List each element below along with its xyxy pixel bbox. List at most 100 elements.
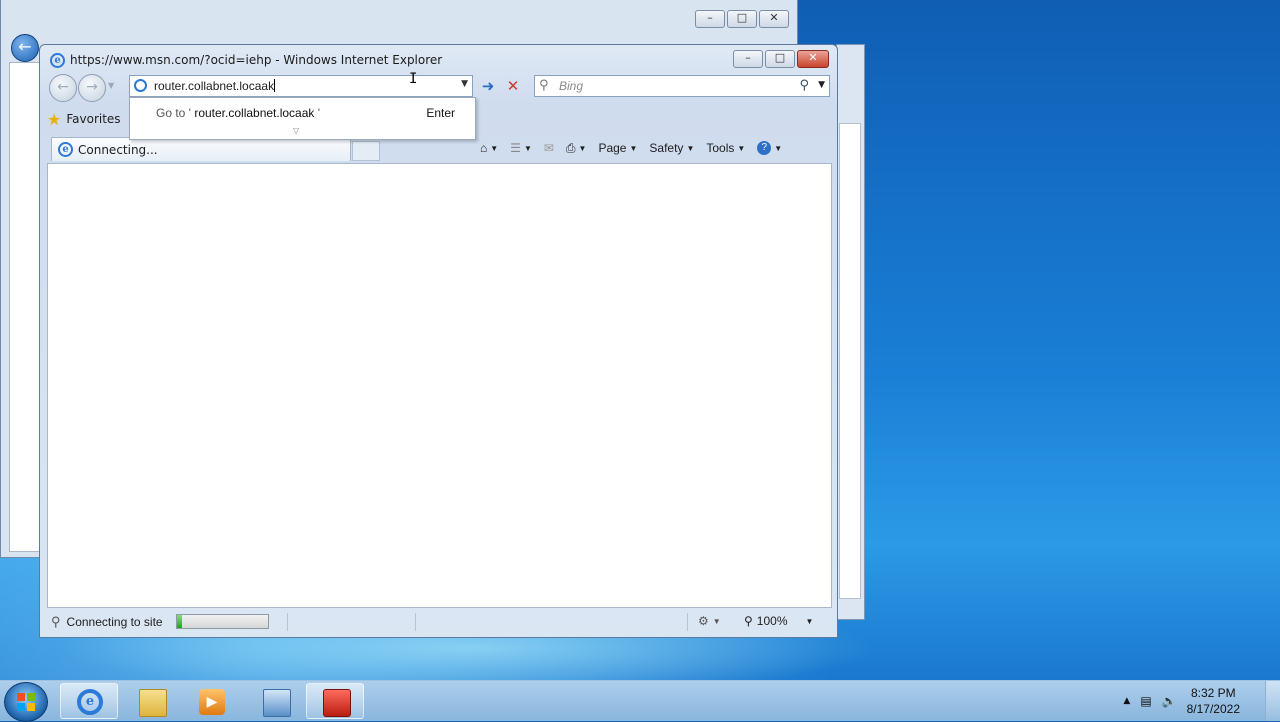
search-icon: ⚲ bbox=[539, 78, 549, 93]
safety-menu-label: Safety bbox=[649, 141, 684, 155]
window-title: https://www.msn.com/?ocid=iehp - Windows… bbox=[70, 53, 443, 67]
page-menu[interactable]: Page ▼ bbox=[598, 141, 637, 155]
go-arrow-icon[interactable]: ➜ bbox=[477, 75, 499, 97]
rss-icon: ☰ bbox=[510, 141, 521, 155]
tab-ie-icon: e bbox=[58, 142, 73, 157]
status-text: Connecting to site bbox=[66, 615, 163, 629]
zoom-icon: ⚲ bbox=[744, 614, 753, 628]
help-dropdown-icon: ▼ bbox=[774, 143, 783, 153]
tab-connecting[interactable]: e Connecting... bbox=[51, 137, 351, 161]
ie-logo-icon: e bbox=[50, 52, 65, 68]
protected-mode-button[interactable]: ⚙ ▼ bbox=[698, 614, 721, 628]
address-bar[interactable]: router.collabnet.locaak ▼ bbox=[129, 75, 473, 97]
windows-logo-icon bbox=[17, 693, 35, 711]
history-dropdown-icon[interactable]: ▼ bbox=[108, 81, 114, 90]
network-icon[interactable]: ▤ bbox=[1140, 694, 1151, 708]
close-icon[interactable]: ✕ bbox=[759, 10, 789, 28]
safety-dropdown-icon: ▼ bbox=[686, 143, 695, 153]
background-window-edge-content bbox=[839, 123, 861, 599]
safety-menu[interactable]: Safety ▼ bbox=[649, 141, 694, 155]
status-bar: ⚲ Connecting to site ⚙ ▼ ⚲ 100% ▼ bbox=[47, 611, 832, 633]
maximize-icon[interactable]: □ bbox=[727, 10, 757, 28]
page-menu-label: Page bbox=[598, 141, 627, 155]
internet-explorer-icon: e bbox=[77, 689, 103, 715]
back-window-back-icon[interactable]: ← bbox=[11, 34, 39, 62]
tools-menu[interactable]: Tools ▼ bbox=[706, 141, 745, 155]
tools-menu-label: Tools bbox=[706, 141, 735, 155]
expand-chevron-icon[interactable]: ▽ bbox=[293, 126, 299, 135]
status-separator bbox=[687, 613, 688, 631]
address-autocomplete: Go to ' router.collabnet.locaak ' Enter … bbox=[129, 97, 476, 140]
clock-time: 8:32 PM bbox=[1190, 686, 1236, 700]
stop-icon[interactable]: ✕ bbox=[502, 75, 524, 97]
system-tray: ▲ ▤ 🔈 8:32 PM 8/17/2022 bbox=[1123, 685, 1240, 717]
media-player-icon: ▶ bbox=[199, 689, 225, 715]
security-dropdown-icon: ▼ bbox=[712, 616, 721, 626]
zoom-dropdown-icon: ▼ bbox=[805, 616, 814, 626]
text-cursor-icon: I bbox=[409, 71, 418, 87]
show-hidden-icons-icon[interactable]: ▲ bbox=[1123, 696, 1130, 706]
home-button[interactable]: ⌂ ▼ bbox=[480, 141, 498, 155]
folder-icon bbox=[139, 689, 167, 717]
title-bar: e https://www.msn.com/?ocid=iehp - Windo… bbox=[50, 51, 442, 69]
start-button[interactable] bbox=[4, 682, 48, 722]
print-dropdown-icon: ▼ bbox=[578, 143, 587, 153]
command-bar: ⌂ ▼ ☰ ▼ ✉ ⎙ ▼ Page ▼ Safety ▼ Tools ▼ ? ▼ bbox=[480, 137, 782, 159]
zoom-button[interactable]: ⚲ 100% ▼ bbox=[744, 614, 813, 628]
background-window-edge bbox=[836, 44, 865, 620]
new-tab-button[interactable] bbox=[352, 141, 380, 161]
clock[interactable]: 8:32 PM 8/17/2022 bbox=[1187, 685, 1240, 717]
status-separator bbox=[287, 613, 288, 631]
progress-fill bbox=[177, 615, 182, 628]
print-button[interactable]: ⎙ ▼ bbox=[566, 141, 587, 156]
show-desktop-button[interactable] bbox=[1265, 681, 1280, 721]
taskbar-server-manager[interactable] bbox=[246, 683, 304, 719]
search-dropdown-icon[interactable]: ▼ bbox=[818, 80, 825, 90]
security-zone-icon: ⚙ bbox=[698, 614, 709, 628]
feeds-button[interactable]: ☰ ▼ bbox=[510, 141, 532, 155]
autocomplete-goto-item[interactable]: Go to ' router.collabnet.locaak ' bbox=[156, 106, 320, 120]
favorites-button[interactable]: Favorites bbox=[66, 112, 120, 126]
caption-buttons: – □ ✕ bbox=[733, 50, 829, 68]
search-go-icon[interactable]: ⚲ bbox=[799, 78, 809, 93]
server-manager-icon bbox=[263, 689, 291, 717]
tab-label: Connecting... bbox=[78, 142, 158, 157]
clock-date: 8/17/2022 bbox=[1186, 702, 1240, 716]
taskbar-file-explorer[interactable] bbox=[122, 683, 180, 719]
status-separator bbox=[415, 613, 416, 631]
print-icon: ⎙ bbox=[565, 140, 576, 155]
tools-dropdown-icon: ▼ bbox=[737, 143, 746, 153]
autocomplete-enter-hint: Enter bbox=[426, 106, 455, 120]
maximize-icon[interactable]: □ bbox=[765, 50, 795, 68]
progress-bar bbox=[176, 614, 269, 629]
minimize-icon[interactable]: – bbox=[695, 10, 725, 28]
goto-suffix: ' bbox=[314, 106, 321, 120]
favorites-star-icon[interactable]: ★ bbox=[47, 110, 61, 129]
address-dropdown-icon[interactable]: ▼ bbox=[461, 79, 468, 89]
help-menu[interactable]: ? ▼ bbox=[757, 141, 782, 155]
mail-icon: ✉ bbox=[543, 141, 554, 155]
taskbar-internet-explorer[interactable]: e bbox=[60, 683, 118, 719]
address-input[interactable]: router.collabnet.locaak bbox=[154, 79, 275, 93]
status-search-icon: ⚲ bbox=[51, 614, 61, 629]
close-icon[interactable]: ✕ bbox=[797, 50, 829, 68]
back-icon[interactable]: ← bbox=[49, 74, 77, 102]
search-box[interactable]: ⚲ Bing ⚲ ▼ bbox=[534, 75, 830, 97]
feeds-dropdown-icon: ▼ bbox=[523, 143, 532, 153]
goto-url: router.collabnet.locaak bbox=[194, 106, 315, 120]
forward-icon[interactable]: → bbox=[78, 74, 106, 102]
toolbox-icon bbox=[323, 689, 351, 717]
help-icon: ? bbox=[757, 141, 772, 155]
taskbar-media-player[interactable]: ▶ bbox=[182, 683, 240, 719]
page-content[interactable] bbox=[47, 163, 832, 608]
taskbar: e ▶ ▲ ▤ 🔈 8:32 PM 8/17/2022 bbox=[0, 680, 1280, 722]
home-dropdown-icon: ▼ bbox=[490, 143, 499, 153]
taskbar-toolbox[interactable] bbox=[306, 683, 364, 719]
goto-prefix: Go to ' bbox=[156, 106, 191, 120]
search-input[interactable]: Bing bbox=[559, 79, 583, 93]
minimize-icon[interactable]: – bbox=[733, 50, 763, 68]
volume-muted-icon[interactable]: 🔈 bbox=[1162, 694, 1177, 708]
page-dropdown-icon: ▼ bbox=[629, 143, 638, 153]
mail-button[interactable]: ✉ bbox=[544, 141, 554, 155]
favorites-bar: ★ Favorites bbox=[47, 107, 121, 131]
